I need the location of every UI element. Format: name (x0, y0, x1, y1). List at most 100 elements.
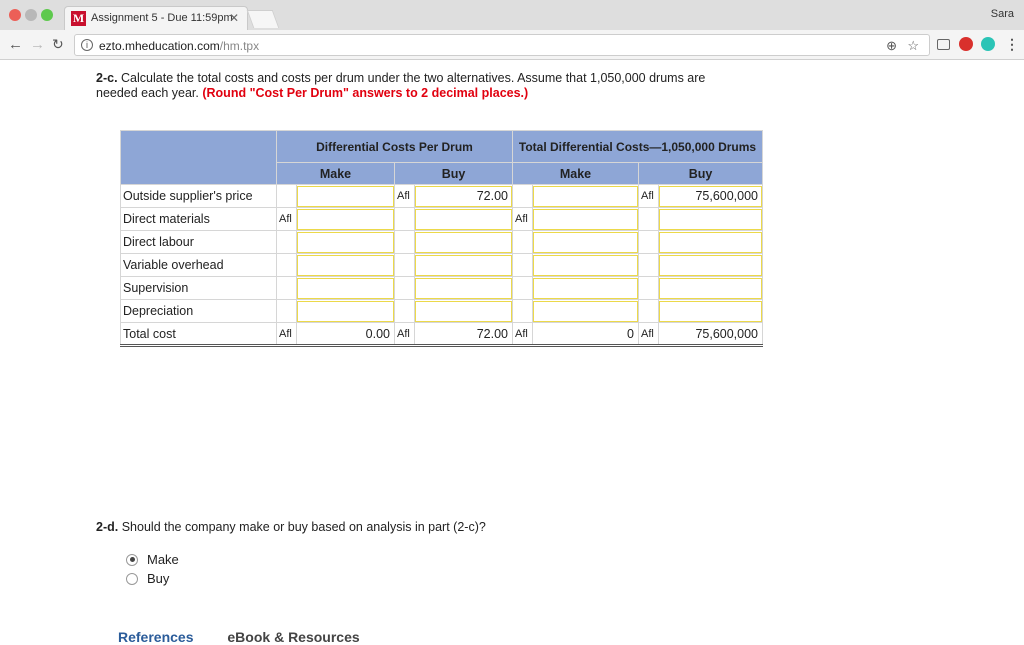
tab-close-icon[interactable]: ✕ (229, 11, 239, 25)
total-make: 0 (532, 322, 639, 347)
per-drum-make-input[interactable] (297, 185, 394, 207)
total-make-input[interactable] (533, 185, 638, 207)
radio-button-selected[interactable] (126, 553, 138, 566)
extension-icon[interactable] (959, 37, 973, 51)
radio-option-make[interactable]: Make (126, 552, 179, 567)
input-cell[interactable] (414, 207, 513, 231)
per-drum-make-input[interactable] (297, 277, 394, 299)
total-make-input[interactable] (533, 277, 638, 299)
per-drum-make-input[interactable] (297, 300, 394, 322)
total-buy-input[interactable] (659, 277, 762, 299)
per-drum-buy-input[interactable] (415, 277, 512, 299)
address-bar[interactable]: i ezto.mheducation.com/hm.tpx ⊕ ☆ (74, 34, 930, 56)
header-total: Total Differential Costs—1,050,000 Drums (512, 130, 763, 163)
per-drum-buy-input[interactable] (415, 300, 512, 322)
row-label: Supervision (120, 276, 277, 300)
currency-cell: Afl (394, 322, 415, 347)
radio-option-buy[interactable]: Buy (126, 571, 169, 586)
table-row: Outside supplier's price Afl 72.00 Afl 7… (120, 184, 763, 208)
total-make-input[interactable] (533, 231, 638, 253)
total-buy-input[interactable] (659, 231, 762, 253)
forward-icon[interactable]: → (30, 36, 45, 53)
currency-cell (638, 299, 659, 323)
input-cell[interactable] (658, 276, 763, 300)
per-drum-make-input[interactable] (297, 254, 394, 276)
input-cell[interactable] (532, 276, 639, 300)
reload-icon[interactable]: ↻ (52, 36, 64, 53)
question-number: 2-c. (96, 71, 118, 85)
input-cell[interactable] (296, 299, 395, 323)
zoom-icon[interactable]: ⊕ (886, 38, 897, 54)
input-cell[interactable] (658, 207, 763, 231)
input-cell[interactable] (658, 299, 763, 323)
menu-icon[interactable]: ⋮ (1005, 36, 1019, 53)
profile-avatar-icon[interactable] (981, 37, 995, 51)
currency-cell (638, 207, 659, 231)
total-buy-input[interactable] (659, 300, 762, 322)
maximize-window-button[interactable] (41, 9, 53, 21)
input-cell[interactable] (296, 207, 395, 231)
input-cell[interactable]: 75,600,000 (658, 184, 763, 208)
total-buy-input[interactable]: 75,600,000 (659, 185, 762, 207)
back-icon[interactable]: ← (8, 36, 23, 53)
info-icon[interactable]: i (81, 39, 93, 51)
input-cell[interactable] (296, 276, 395, 300)
currency-cell: Afl (276, 207, 297, 231)
total-buy-input[interactable] (659, 254, 762, 276)
tab-ebook-resources[interactable]: eBook & Resources (227, 629, 359, 645)
per-drum-buy-input[interactable] (415, 254, 512, 276)
input-cell[interactable] (532, 299, 639, 323)
close-window-button[interactable] (9, 9, 21, 21)
input-cell[interactable] (658, 230, 763, 254)
per-drum-make-input[interactable] (297, 231, 394, 253)
input-cell[interactable] (414, 253, 513, 277)
input-cell[interactable] (414, 299, 513, 323)
header-total-make: Make (512, 162, 639, 185)
minimize-window-button[interactable] (25, 9, 37, 21)
star-icon[interactable]: ☆ (907, 38, 919, 54)
input-cell[interactable] (532, 253, 639, 277)
total-make-input[interactable] (533, 208, 638, 230)
question-instruction: (Round "Cost Per Drum" answers to 2 deci… (202, 86, 529, 100)
input-cell[interactable] (296, 253, 395, 277)
input-cell[interactable] (414, 276, 513, 300)
input-cell[interactable]: 72.00 (414, 184, 513, 208)
browser-tab[interactable]: M Assignment 5 - Due 11:59pm ✕ (64, 6, 248, 30)
per-drum-buy-input[interactable]: 72.00 (415, 185, 512, 207)
input-cell[interactable] (296, 230, 395, 254)
currency-cell (638, 276, 659, 300)
currency-cell (276, 253, 297, 277)
per-drum-make-input[interactable] (297, 208, 394, 230)
question-text: Should the company make or buy based on … (121, 520, 486, 534)
per-drum-buy-input[interactable] (415, 231, 512, 253)
total-per-drum-buy: 72.00 (414, 322, 513, 347)
input-cell[interactable] (532, 184, 639, 208)
input-cell[interactable] (414, 230, 513, 254)
currency-cell (512, 253, 533, 277)
url-text[interactable]: ezto.mheducation.com/hm.tpx (99, 39, 259, 53)
tab-references[interactable]: References (118, 629, 194, 645)
radio-label[interactable]: Make (147, 552, 179, 567)
input-cell[interactable] (532, 207, 639, 231)
cast-icon[interactable] (937, 39, 950, 50)
input-cell[interactable] (658, 253, 763, 277)
radio-button[interactable] (126, 572, 138, 585)
new-tab-button[interactable] (246, 10, 280, 28)
total-make-input[interactable] (533, 300, 638, 322)
currency-cell (394, 299, 415, 323)
total-buy-input[interactable] (659, 208, 762, 230)
input-cell[interactable] (296, 184, 395, 208)
cost-table: Differential Costs Per Drum Total Differ… (120, 130, 763, 347)
per-drum-buy-input[interactable] (415, 208, 512, 230)
currency-cell: Afl (394, 184, 415, 208)
total-buy: 75,600,000 (658, 322, 763, 347)
input-cell[interactable] (532, 230, 639, 254)
question-2d: 2-d. Should the company make or buy base… (96, 520, 486, 534)
total-make-input[interactable] (533, 254, 638, 276)
table-row: Direct materials Afl Afl (120, 207, 763, 231)
currency-cell (276, 299, 297, 323)
profile-name[interactable]: Sara (991, 8, 1014, 20)
browser-toolbar: ← → ↻ i ezto.mheducation.com/hm.tpx ⊕ ☆ … (0, 30, 1024, 60)
row-label: Depreciation (120, 299, 277, 323)
radio-label[interactable]: Buy (147, 571, 169, 586)
